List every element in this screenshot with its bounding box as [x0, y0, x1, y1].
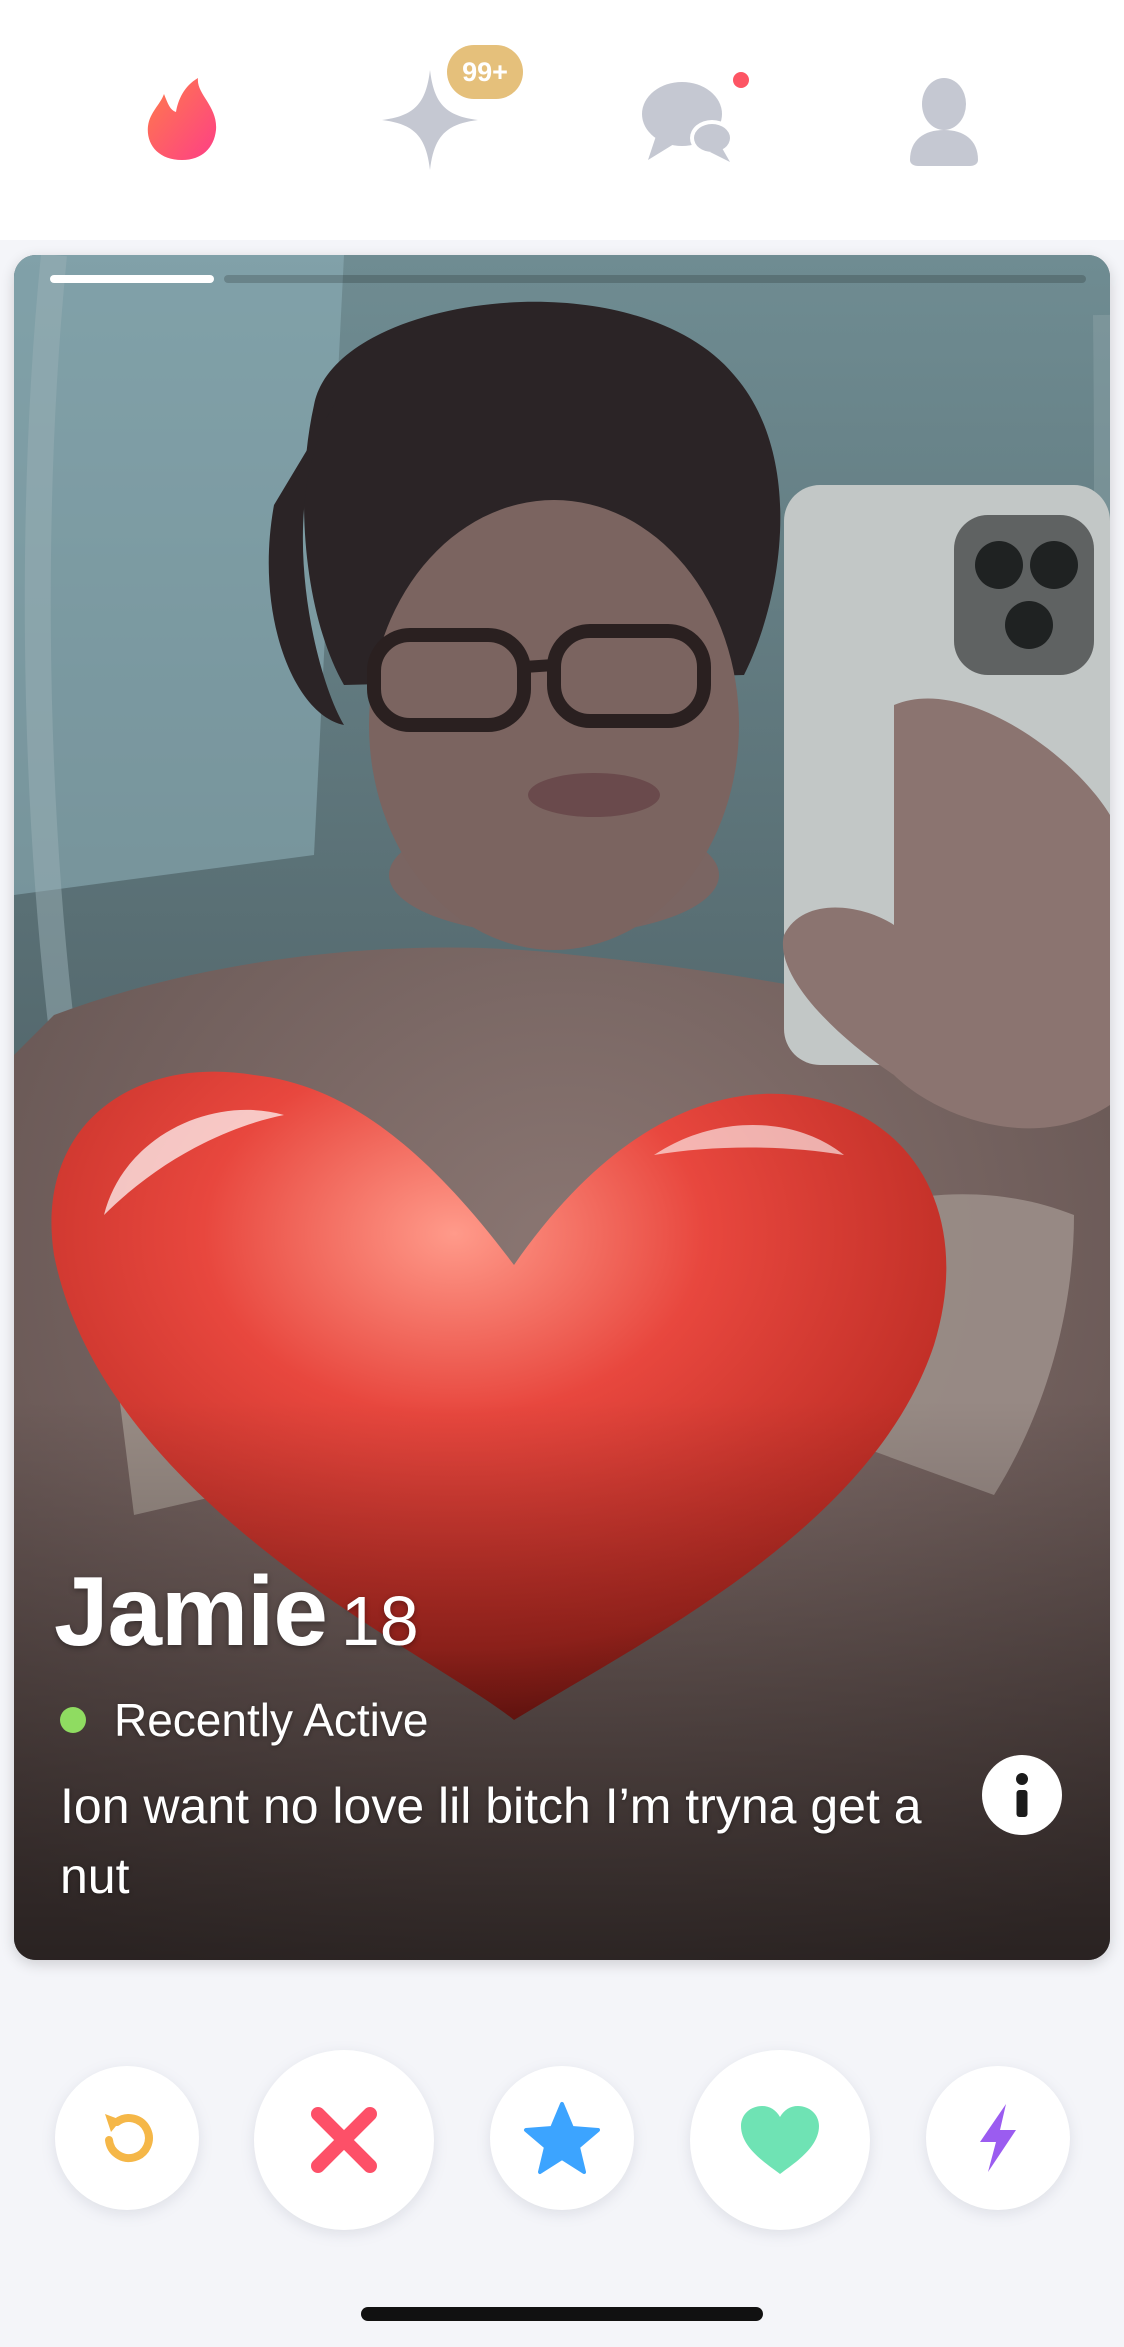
profile-card[interactable]: Jamie 18 Recently Active Ion want no love… [14, 255, 1110, 1960]
rewind-button[interactable] [55, 2066, 199, 2210]
nav-messages-button[interactable] [630, 60, 750, 180]
boost-button[interactable] [926, 2066, 1070, 2210]
nav-profile-button[interactable] [884, 60, 1004, 180]
profile-icon [910, 78, 978, 166]
photo-indicator-track [224, 275, 1086, 283]
info-icon [1016, 1773, 1028, 1817]
active-status-dot [60, 1707, 86, 1733]
rewind-icon [105, 2114, 153, 2163]
profile-age: 18 [340, 1582, 419, 1660]
profile-name: Jamie [54, 1556, 328, 1666]
star-icon [524, 2102, 600, 2174]
messages-notification-dot [733, 72, 749, 88]
flame-icon [147, 78, 217, 160]
name-age-row: Jamie 18 [54, 1555, 419, 1668]
profile-info-button[interactable] [982, 1755, 1062, 1835]
photo-indicator-active [50, 275, 214, 283]
lightning-icon [980, 2104, 1016, 2172]
nav-discover-button[interactable] [122, 60, 242, 180]
like-button[interactable] [690, 2050, 870, 2230]
home-indicator [361, 2307, 763, 2321]
super-like-button[interactable] [490, 2066, 634, 2210]
activity-status: Recently Active [60, 1693, 428, 1747]
profile-bio: Ion want no love lil bitch I’m tryna get… [60, 1778, 922, 1904]
nope-button[interactable] [254, 2050, 434, 2230]
close-icon [311, 2107, 377, 2173]
heart-icon [741, 2106, 819, 2174]
chat-icon [642, 82, 734, 162]
top-navigation-bar: 99+ [0, 0, 1124, 240]
top-picks-count-badge: 99+ [447, 45, 523, 99]
activity-status-text: Recently Active [114, 1694, 429, 1746]
